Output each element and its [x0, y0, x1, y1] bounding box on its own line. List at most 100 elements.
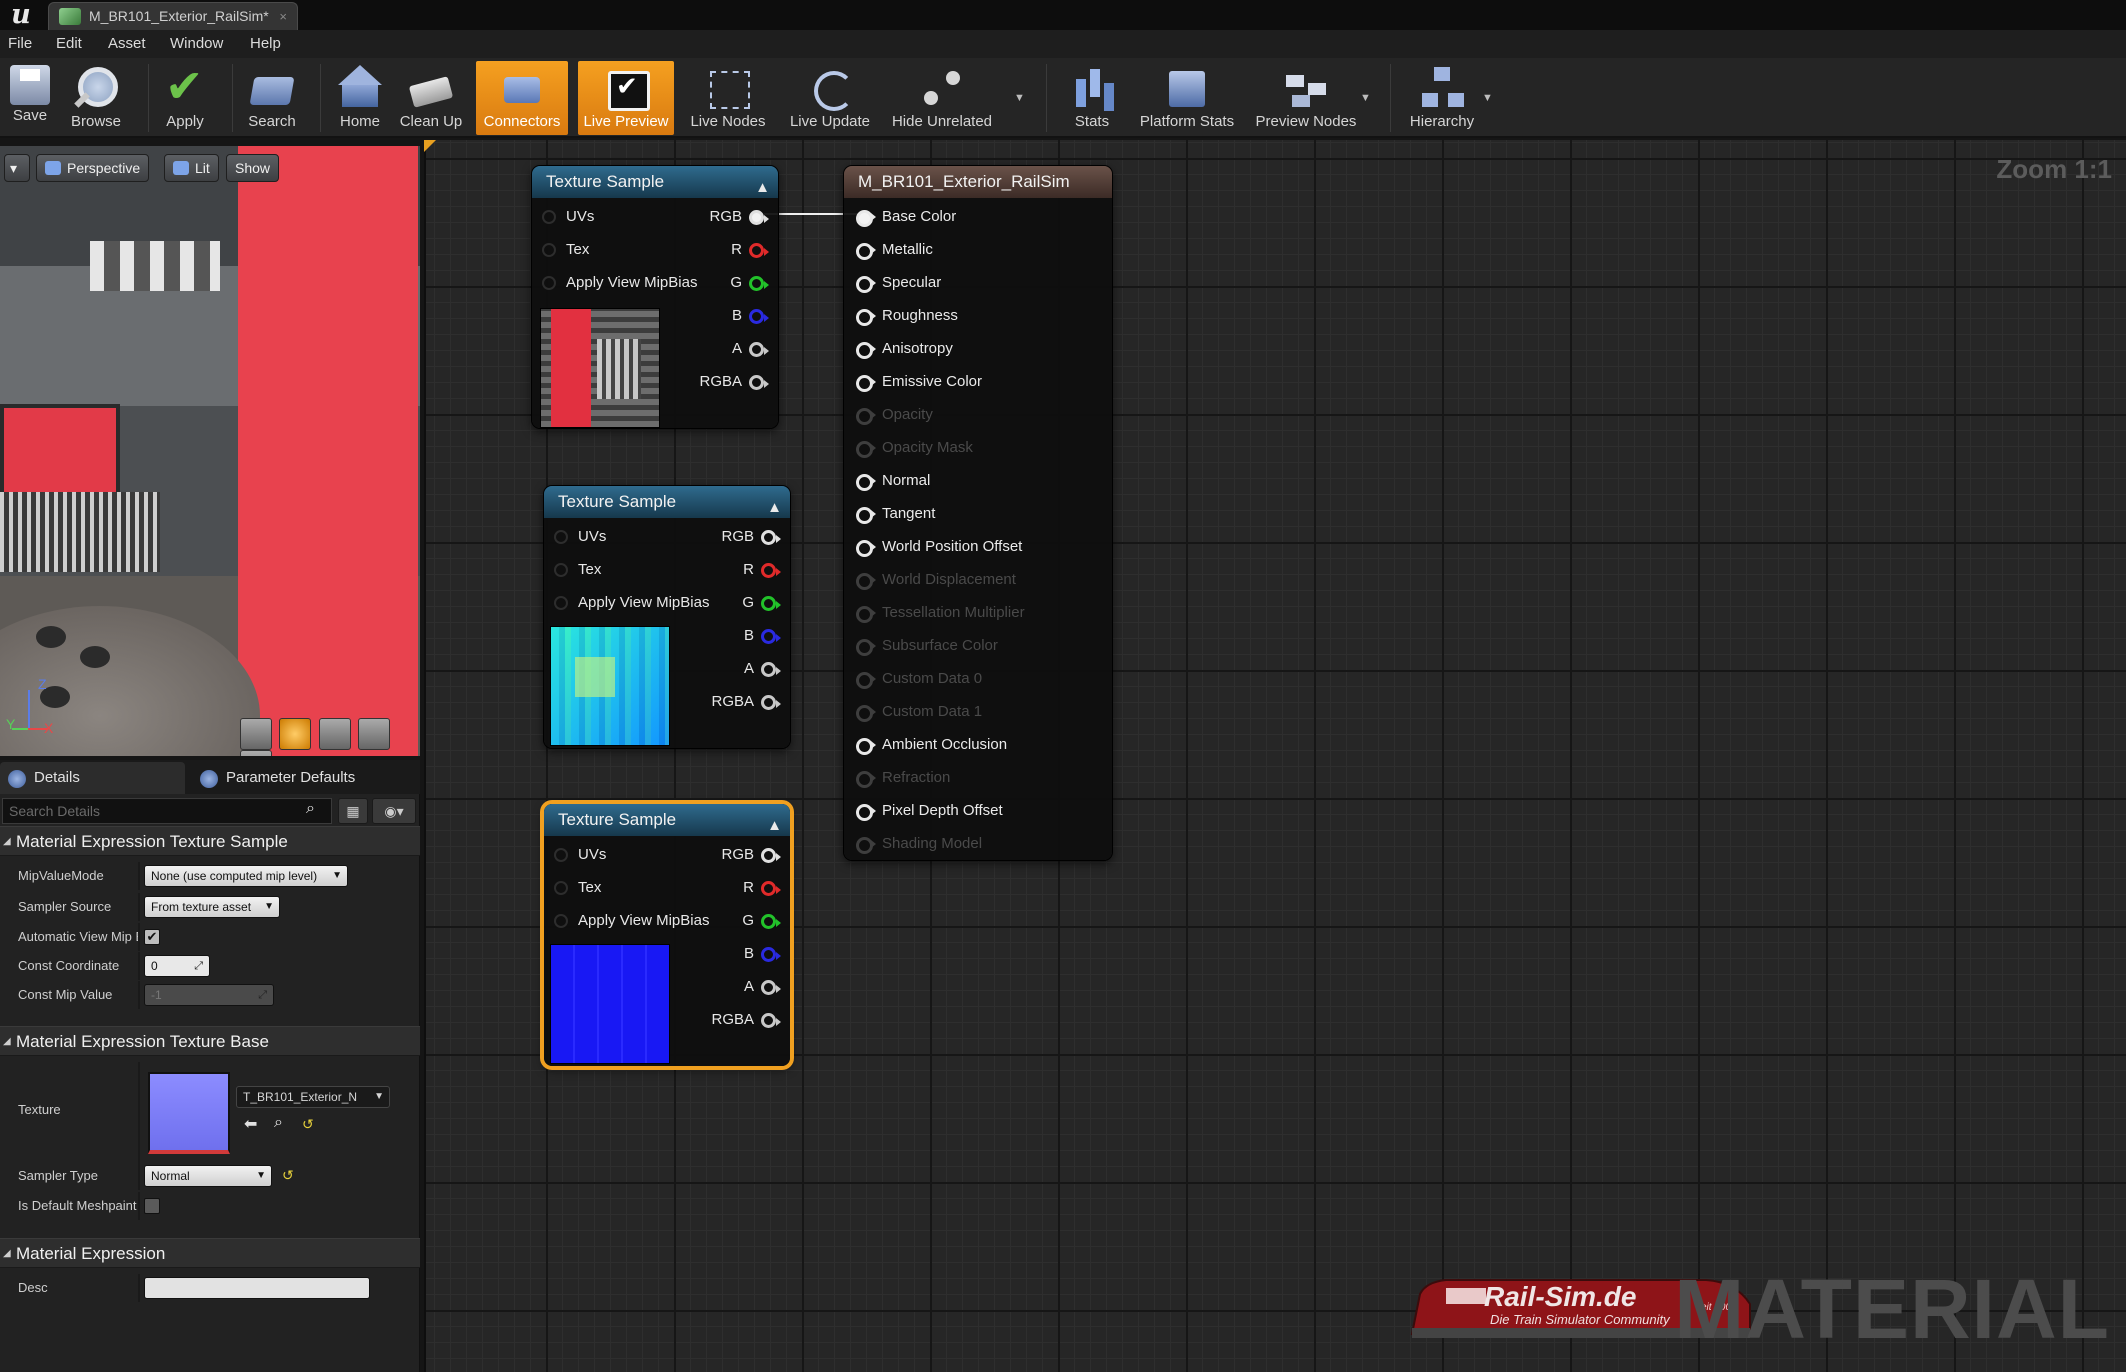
browse-button[interactable]: Browse — [64, 61, 128, 135]
output-pin-g[interactable] — [761, 914, 781, 929]
texture-asset-combo[interactable]: T_BR101_Exterior_N ▼ — [236, 1086, 390, 1108]
material-pin-normal[interactable]: Normal — [856, 464, 930, 497]
output-pin-b[interactable] — [749, 309, 769, 324]
preview-nodes-button[interactable]: Preview Nodes — [1252, 61, 1360, 135]
const-coordinate-input[interactable]: 0 ⤢ — [144, 955, 210, 977]
column-splitter[interactable] — [138, 862, 140, 890]
input-pin-uvs[interactable] — [542, 210, 556, 224]
input-pin-tex[interactable] — [554, 563, 568, 577]
browse-asset-icon[interactable]: ⌕ — [274, 1114, 283, 1132]
material-pin-pixel-depth-offset[interactable]: Pixel Depth Offset — [856, 794, 1003, 827]
preview-nodes-dropdown-icon[interactable]: ▼ — [1360, 92, 1371, 104]
use-selected-arrow-icon[interactable]: ⬅ — [244, 1114, 257, 1134]
column-splitter[interactable] — [138, 923, 140, 951]
menu-file[interactable]: File — [8, 30, 32, 58]
material-pin-ambient-occlusion[interactable]: Ambient Occlusion — [856, 728, 1007, 761]
document-tab[interactable]: M_BR101_Exterior_RailSim* × — [48, 2, 298, 30]
hide-unrelated-dropdown-icon[interactable]: ▼ — [1014, 92, 1025, 104]
section-texture-sample[interactable]: Material Expression Texture Sample — [0, 826, 420, 857]
menu-asset[interactable]: Asset — [108, 30, 146, 58]
column-splitter[interactable] — [138, 952, 140, 980]
perspective-button[interactable]: Perspective — [36, 154, 150, 182]
apply-button[interactable]: Apply — [158, 59, 212, 135]
menu-help[interactable]: Help — [250, 30, 281, 58]
menu-window[interactable]: Window — [170, 30, 223, 58]
texture-sample-node-1[interactable]: Texture Sample ▲ UVs RGB Tex R Apply Vie… — [532, 166, 778, 428]
close-tab-icon[interactable]: × — [279, 3, 287, 30]
output-pin-g[interactable] — [761, 596, 781, 611]
texture-sample-node-2[interactable]: Texture Sample ▲ UVs RGB Tex R Apply Vie… — [544, 486, 790, 748]
material-result-node[interactable]: M_BR101_Exterior_RailSim Base Color Meta… — [844, 166, 1112, 860]
search-button[interactable]: Search — [242, 61, 302, 135]
view-options-grid-icon[interactable]: ▦ — [338, 798, 368, 824]
output-pin-b[interactable] — [761, 629, 781, 644]
material-graph-canvas[interactable]: Zoom 1:1 Texture Sample ▲ UVs RGB Tex R … — [424, 140, 2126, 1372]
output-pin-rgba[interactable] — [749, 375, 769, 390]
column-splitter[interactable] — [138, 893, 140, 921]
input-pin-apply-view-mipbias[interactable] — [542, 276, 556, 290]
material-pin-base-color[interactable]: Base Color — [856, 200, 956, 233]
node-title-bar[interactable]: Texture Sample ▲ — [544, 486, 790, 518]
output-pin-r[interactable] — [749, 243, 769, 258]
automatic-view-mip-bias-checkbox[interactable]: ✔ — [144, 929, 160, 945]
show-button[interactable]: Show — [226, 154, 280, 182]
cylinder-shape-icon[interactable] — [240, 718, 272, 750]
column-splitter[interactable] — [138, 1274, 140, 1302]
texture-sample-node-3[interactable]: Texture Sample ▲ UVs RGB Tex R Apply Vie… — [544, 804, 790, 1066]
output-pin-a[interactable] — [761, 980, 781, 995]
platform-stats-button[interactable]: Platform Stats — [1134, 61, 1240, 135]
output-pin-a[interactable] — [761, 662, 781, 677]
column-splitter[interactable] — [138, 1192, 140, 1220]
output-pin-b[interactable] — [761, 947, 781, 962]
material-preview-viewport[interactable]: ▾ Perspective Lit Show Z X Y — [0, 146, 420, 756]
section-texture-base[interactable]: Material Expression Texture Base — [0, 1026, 420, 1057]
input-pin-uvs[interactable] — [554, 530, 568, 544]
material-pin-specular[interactable]: Specular — [856, 266, 941, 299]
sampler-type-combo[interactable]: Normal ▼ — [144, 1165, 272, 1187]
node-title-bar[interactable]: Texture Sample ▲ — [532, 166, 778, 198]
lit-button[interactable]: Lit — [164, 154, 219, 182]
plane-shape-icon[interactable] — [318, 718, 351, 750]
output-pin-r[interactable] — [761, 881, 781, 896]
connectors-button[interactable]: Connectors — [476, 61, 568, 135]
search-details-input[interactable] — [2, 798, 332, 824]
mip-value-mode-combo[interactable]: None (use computed mip level) ▼ — [144, 865, 348, 887]
desc-input[interactable] — [144, 1277, 370, 1299]
output-pin-rgba[interactable] — [761, 695, 781, 710]
output-pin-rgb[interactable] — [761, 530, 781, 545]
section-material-expression[interactable]: Material Expression — [0, 1238, 420, 1269]
node-title-bar[interactable]: M_BR101_Exterior_RailSim — [844, 166, 1112, 198]
node-title-bar[interactable]: Texture Sample ▲ — [544, 804, 790, 836]
live-nodes-button[interactable]: Live Nodes — [684, 61, 772, 135]
menu-edit[interactable]: Edit — [56, 30, 82, 58]
material-pin-emissive-color[interactable]: Emissive Color — [856, 365, 982, 398]
sphere-shape-icon[interactable] — [279, 718, 312, 750]
material-pin-anisotropy[interactable]: Anisotropy — [856, 332, 953, 365]
material-pin-tangent[interactable]: Tangent — [856, 497, 935, 530]
input-pin-apply-view-mipbias[interactable] — [554, 914, 568, 928]
tab-details[interactable]: Details — [0, 762, 185, 794]
cube-shape-icon[interactable] — [358, 718, 391, 750]
hierarchy-dropdown-icon[interactable]: ▼ — [1482, 92, 1493, 104]
output-pin-a[interactable] — [749, 342, 769, 357]
material-pin-world-position-offset[interactable]: World Position Offset — [856, 530, 1022, 563]
tab-parameter-defaults[interactable]: Parameter Defaults — [192, 762, 362, 794]
live-update-button[interactable]: Live Update — [782, 61, 878, 135]
spin-handle-icon[interactable]: ⤢ — [194, 956, 203, 976]
live-preview-button[interactable]: Live Preview — [578, 61, 674, 135]
reset-to-default-icon[interactable]: ↺ — [302, 1116, 314, 1133]
column-splitter[interactable] — [138, 981, 140, 1009]
hierarchy-button[interactable]: Hierarchy — [1404, 61, 1480, 135]
hide-unrelated-button[interactable]: Hide Unrelated — [886, 61, 998, 135]
is-default-meshpaint-checkbox[interactable] — [144, 1198, 160, 1214]
material-pin-metallic[interactable]: Metallic — [856, 233, 933, 266]
stats-button[interactable]: Stats — [1064, 61, 1120, 135]
column-splitter[interactable] — [138, 1062, 140, 1170]
output-pin-g[interactable] — [749, 276, 769, 291]
input-pin-uvs[interactable] — [554, 848, 568, 862]
output-pin-r[interactable] — [761, 563, 781, 578]
column-splitter[interactable] — [138, 1162, 140, 1190]
output-pin-rgb[interactable] — [749, 210, 769, 225]
visibility-eye-icon[interactable]: ◉▾ — [372, 798, 416, 824]
reset-to-default-icon[interactable]: ↺ — [282, 1167, 294, 1184]
